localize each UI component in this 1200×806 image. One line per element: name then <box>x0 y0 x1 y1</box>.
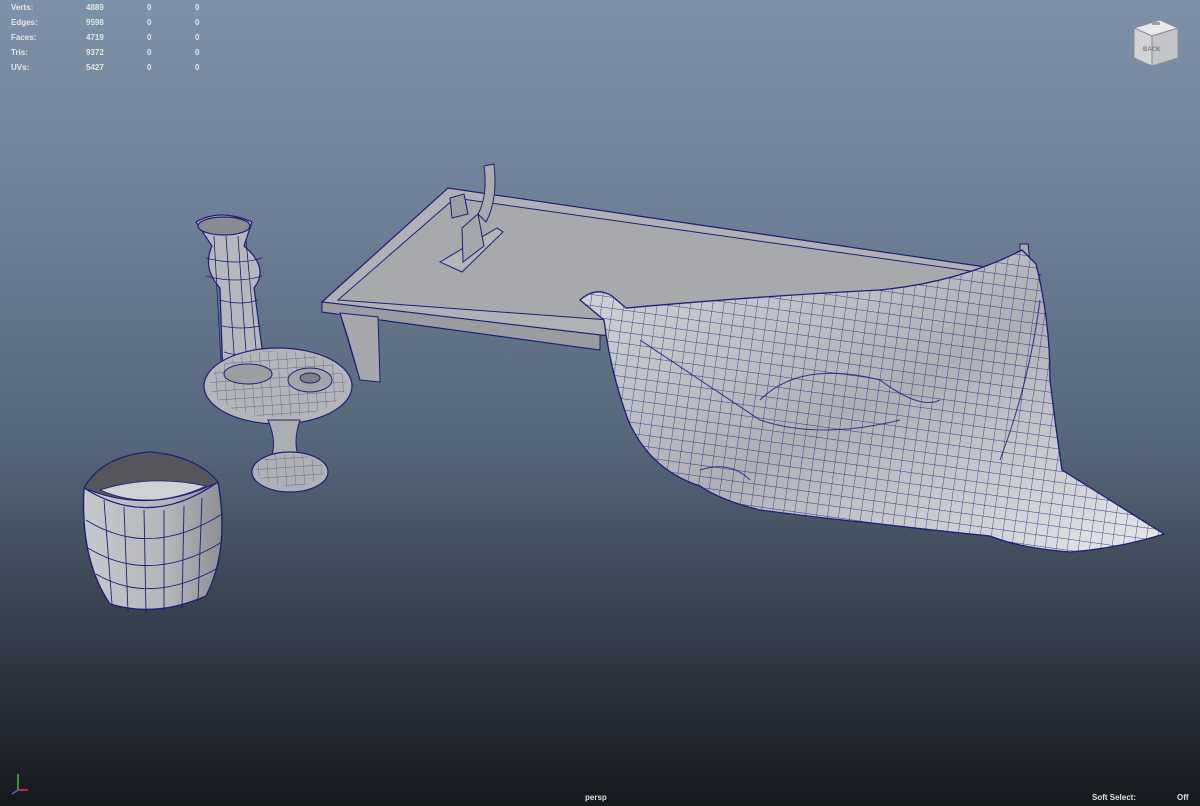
hud-label: Faces: <box>11 33 37 42</box>
hud-row-tris: Tris: 9372 0 0 <box>8 45 208 60</box>
hud-value: 0 <box>147 48 152 57</box>
soft-select-value[interactable]: Off <box>1177 793 1189 802</box>
hud-row-uvs: UVs: 5427 0 0 <box>8 60 208 75</box>
camera-name-label: persp <box>585 793 607 802</box>
hud-label: Tris: <box>11 48 28 57</box>
poly-count-hud: Verts: 4889 0 0 Edges: 9598 0 0 Faces: 4… <box>8 0 208 75</box>
hud-value: 0 <box>147 3 152 12</box>
hud-row-verts: Verts: 4889 0 0 <box>8 0 208 15</box>
hud-value: 0 <box>195 63 200 72</box>
hud-value: 0 <box>195 18 200 27</box>
hud-value: 0 <box>195 48 200 57</box>
hud-row-edges: Edges: 9598 0 0 <box>8 15 208 30</box>
perspective-viewport[interactable]: Verts: 4889 0 0 Edges: 9598 0 0 Faces: 4… <box>0 0 1200 806</box>
soft-select-label: Soft Select: <box>1092 793 1137 802</box>
hud-value: 4719 <box>86 33 104 42</box>
axis-gizmo-icon <box>11 774 28 795</box>
hud-value: 4889 <box>86 3 104 12</box>
hud-value: 9598 <box>86 18 104 27</box>
hud-value: 0 <box>195 3 200 12</box>
hud-label: Edges: <box>11 18 38 27</box>
hud-value: 0 <box>147 63 152 72</box>
viewcube-icon[interactable]: BACK <box>1130 14 1182 70</box>
hud-value: 0 <box>195 33 200 42</box>
hud-label: UVs: <box>11 63 30 72</box>
side-table[interactable] <box>203 347 353 493</box>
hud-label: Verts: <box>11 3 34 12</box>
hud-value: 0 <box>147 33 152 42</box>
viewcube-top-marker <box>1152 22 1160 25</box>
hud-value: 5427 <box>86 63 104 72</box>
viewcube-face-label: BACK <box>1143 47 1161 53</box>
scene-objects[interactable] <box>0 0 1200 806</box>
hud-value: 9372 <box>86 48 104 57</box>
hud-value: 0 <box>147 18 152 27</box>
bucket[interactable] <box>82 451 223 615</box>
hud-row-faces: Faces: 4719 0 0 <box>8 30 208 45</box>
